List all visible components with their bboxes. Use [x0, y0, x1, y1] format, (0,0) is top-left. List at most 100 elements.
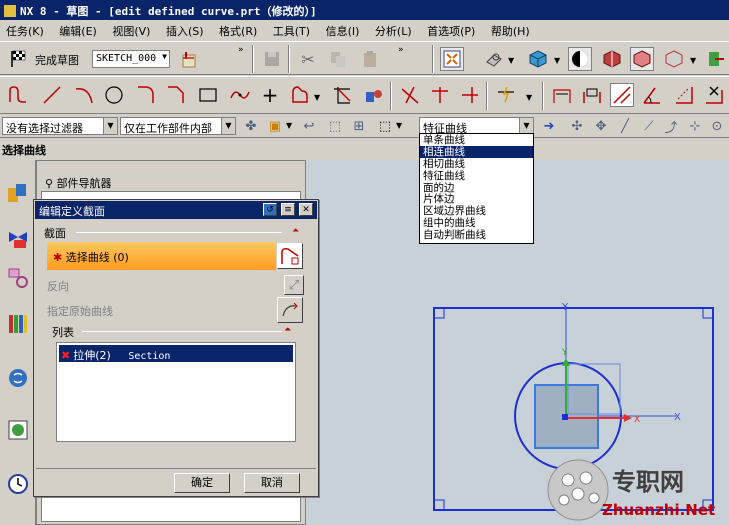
- snap-midpoint-icon[interactable]: ✥: [592, 117, 610, 135]
- chevron-down-icon[interactable]: ▼: [286, 121, 292, 130]
- snap-center-icon[interactable]: ⊙: [708, 117, 726, 135]
- scope-combo[interactable]: 仅在工作部件内部 ▼: [120, 117, 236, 135]
- assembly-filter-icon[interactable]: ✤: [242, 117, 260, 135]
- type-filter-combo[interactable]: 没有选择过滤器 ▼: [2, 117, 118, 135]
- curve-rule-option[interactable]: 相切曲线: [420, 158, 533, 170]
- chevron-down-icon[interactable]: ▼: [508, 56, 514, 65]
- chevron-down-icon[interactable]: ▼: [526, 93, 532, 102]
- menu-edit[interactable]: 编辑(E): [53, 20, 103, 39]
- dialog-collapse-icon[interactable]: ≡: [281, 203, 295, 216]
- copy-icon[interactable]: [326, 47, 350, 71]
- curve-rule-option[interactable]: 单条曲线: [420, 134, 533, 146]
- menu-preferences[interactable]: 首选项(P): [421, 20, 481, 39]
- render-style-icon[interactable]: [568, 47, 592, 71]
- curve-rule-option[interactable]: 组中的曲线: [420, 217, 533, 229]
- angle-constraint-icon[interactable]: [640, 83, 664, 107]
- snap-tangent-icon[interactable]: ⟋: [640, 117, 658, 135]
- menu-task[interactable]: 任务(K): [0, 20, 50, 39]
- view-orient-icon[interactable]: [482, 47, 506, 71]
- box-red-icon[interactable]: [600, 47, 624, 71]
- snap-intersection-icon[interactable]: ⤴: [662, 117, 680, 136]
- arc-icon[interactable]: [72, 83, 96, 107]
- curve-rule-option[interactable]: 面的边: [420, 182, 533, 194]
- dimension-icon[interactable]: [550, 83, 574, 107]
- geometric-constraint-icon[interactable]: [580, 83, 604, 107]
- toolbar-more-icon[interactable]: »: [238, 45, 244, 55]
- menu-help[interactable]: 帮助(H): [485, 20, 536, 39]
- trim-icon[interactable]: [398, 83, 422, 107]
- section-collapse-icon[interactable]: ⏶: [292, 226, 299, 236]
- deselect-icon[interactable]: ⊞: [350, 117, 368, 135]
- select-all-icon[interactable]: ⬚: [326, 117, 344, 135]
- extend-icon[interactable]: [428, 83, 452, 107]
- reuse-library-icon[interactable]: [4, 310, 32, 338]
- auto-constrain-icon[interactable]: [494, 83, 518, 107]
- ok-button[interactable]: 确定: [174, 473, 230, 493]
- menu-tools[interactable]: 工具(T): [267, 20, 316, 39]
- exit-icon[interactable]: [704, 47, 728, 71]
- web-browser-icon[interactable]: [4, 364, 32, 392]
- snap-curve-icon[interactable]: ╱: [616, 117, 634, 135]
- dialog-reset-icon[interactable]: ↺: [263, 203, 277, 216]
- rectangle-icon[interactable]: [196, 83, 220, 107]
- delete-constraint-icon[interactable]: [702, 83, 726, 107]
- box-grey-icon[interactable]: [662, 47, 686, 71]
- menu-view[interactable]: 视图(V): [106, 20, 156, 39]
- menu-format[interactable]: 格式(R): [213, 20, 263, 39]
- history-icon[interactable]: [4, 416, 32, 444]
- box-wire-icon[interactable]: [630, 47, 654, 71]
- section-list[interactable]: ✖ 拉伸(2) Section: [56, 342, 296, 442]
- circle-icon[interactable]: [102, 83, 126, 107]
- make-corner-icon[interactable]: [458, 83, 482, 107]
- offset-curve-icon[interactable]: [288, 83, 312, 107]
- sketch-name-combo[interactable]: SKETCH_000 ▼: [92, 50, 170, 68]
- save-icon[interactable]: [260, 47, 284, 71]
- derived-curve-icon[interactable]: [362, 83, 386, 107]
- menu-insert[interactable]: 插入(S): [160, 20, 210, 39]
- origin-curve-icon[interactable]: [277, 297, 303, 323]
- snap-endpoint-icon[interactable]: ✣: [568, 117, 586, 135]
- arrow-right-icon[interactable]: ➜: [540, 117, 558, 135]
- menu-information[interactable]: 信息(I): [320, 20, 366, 39]
- toolbar-more-icon[interactable]: »: [398, 45, 404, 55]
- chevron-down-icon[interactable]: ▼: [396, 121, 402, 130]
- paste-icon[interactable]: [358, 47, 382, 71]
- list-item[interactable]: ✖ 拉伸(2) Section: [59, 345, 293, 362]
- point-icon[interactable]: +: [258, 83, 282, 107]
- show-constraints-icon[interactable]: [610, 83, 634, 107]
- curve-rule-option[interactable]: 自动判断曲线: [420, 229, 533, 241]
- line-icon[interactable]: [40, 83, 64, 107]
- list-collapse-icon[interactable]: ⏶: [284, 325, 291, 335]
- menu-analysis[interactable]: 分析(L): [369, 20, 418, 39]
- chamfer-icon[interactable]: [164, 83, 188, 107]
- profile-icon[interactable]: [6, 83, 30, 107]
- finish-sketch-label[interactable]: 完成草图: [35, 52, 79, 68]
- undo-icon[interactable]: ↩: [300, 117, 318, 135]
- finish-sketch-flag-icon[interactable]: [6, 47, 30, 71]
- part-navigator-icon[interactable]: [4, 264, 32, 292]
- cancel-button[interactable]: 取消: [244, 473, 300, 493]
- fit-view-icon[interactable]: [440, 47, 464, 71]
- convert-reference-icon[interactable]: [672, 83, 696, 107]
- curve-rule-option-selected[interactable]: 相连曲线: [420, 145, 533, 158]
- reverse-direction-icon[interactable]: ⤢: [284, 275, 304, 295]
- curve-select-icon[interactable]: [277, 243, 303, 269]
- chevron-down-icon[interactable]: ▼: [690, 56, 696, 65]
- clock-icon[interactable]: [4, 470, 32, 498]
- reattach-sketch-icon[interactable]: [178, 47, 202, 71]
- constraint-navigator-icon[interactable]: [4, 224, 32, 252]
- shaded-cube-icon[interactable]: [526, 47, 550, 71]
- assembly-navigator-icon[interactable]: [4, 180, 32, 208]
- select-curve-field[interactable]: ✱ 选择曲线 (0): [47, 242, 276, 270]
- chevron-down-icon[interactable]: ▼: [554, 56, 560, 65]
- spline-icon[interactable]: [228, 83, 252, 107]
- chevron-down-icon[interactable]: ▼: [314, 93, 320, 102]
- fillet-icon[interactable]: [134, 83, 158, 107]
- quick-trim-icon[interactable]: [330, 83, 354, 107]
- general-selection-icon[interactable]: ▣: [266, 117, 284, 135]
- snap-quadrant-icon[interactable]: ⊹: [686, 117, 704, 135]
- curve-rule-option[interactable]: 区域边界曲线: [420, 205, 533, 217]
- cut-icon[interactable]: ✂: [296, 47, 320, 71]
- pin-icon[interactable]: ⚲: [45, 177, 53, 190]
- curve-rule-option[interactable]: 特征曲线: [420, 170, 533, 182]
